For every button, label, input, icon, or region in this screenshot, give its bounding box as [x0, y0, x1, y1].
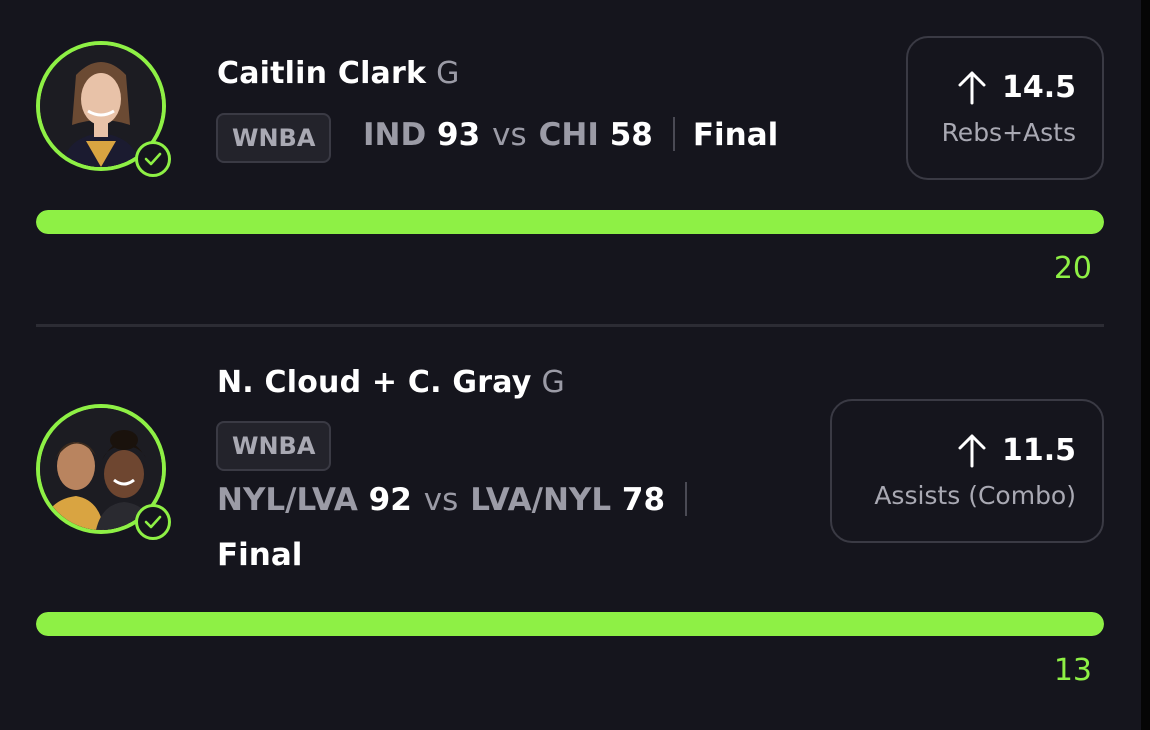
result-value: 20	[1053, 251, 1092, 286]
screen-edge	[1141, 0, 1150, 730]
game-score: IND 93 vs CHI 58 Final	[363, 116, 779, 154]
vs-label: vs	[423, 482, 459, 518]
pick-stat: Rebs+Asts	[941, 118, 1076, 147]
pick-list: Caitlin Clark G WNBA IND 93 vs CHI 58 Final …	[0, 0, 1141, 730]
home-score: 93	[437, 117, 481, 153]
pick-line: 11.5	[956, 432, 1076, 468]
vs-label: vs	[492, 117, 527, 153]
divider-bar	[672, 116, 675, 151]
player-position: G	[436, 56, 460, 91]
up-arrow-icon	[958, 434, 986, 468]
progress-fill	[36, 612, 1104, 636]
check-icon	[135, 504, 171, 540]
progress-fill	[36, 210, 1104, 234]
progress-bar	[36, 210, 1104, 234]
result-value: 13	[1053, 653, 1092, 688]
game-score: NYL/LVA 92 vs LVA/NYL 78	[217, 481, 705, 519]
away-team: CHI	[538, 117, 599, 153]
home-team: IND	[363, 117, 427, 153]
pick-line-box[interactable]: 14.5 Rebs+Asts	[906, 36, 1104, 180]
away-score: 58	[609, 117, 653, 153]
league-badge: WNBA	[216, 421, 332, 471]
check-icon	[135, 141, 171, 177]
home-team: NYL/LVA	[217, 482, 358, 518]
game-status: Final	[692, 117, 779, 153]
game-status: Final	[217, 537, 303, 573]
up-arrow-icon	[958, 71, 986, 105]
home-score: 92	[368, 482, 412, 518]
league-badge: WNBA	[216, 113, 332, 163]
pick-stat: Assists (Combo)	[874, 481, 1076, 510]
away-team: LVA/NYL	[470, 482, 612, 518]
player-name: Caitlin Clark G	[217, 56, 460, 91]
section-divider	[36, 324, 1104, 327]
pick-line-box[interactable]: 11.5 Assists (Combo)	[830, 399, 1104, 543]
progress-bar	[36, 612, 1104, 636]
player-position: G	[541, 365, 565, 400]
player-name: N. Cloud + C. Gray G	[217, 365, 565, 400]
pick-line: 14.5	[956, 69, 1076, 105]
away-score: 78	[621, 482, 666, 518]
divider-bar	[685, 481, 688, 516]
